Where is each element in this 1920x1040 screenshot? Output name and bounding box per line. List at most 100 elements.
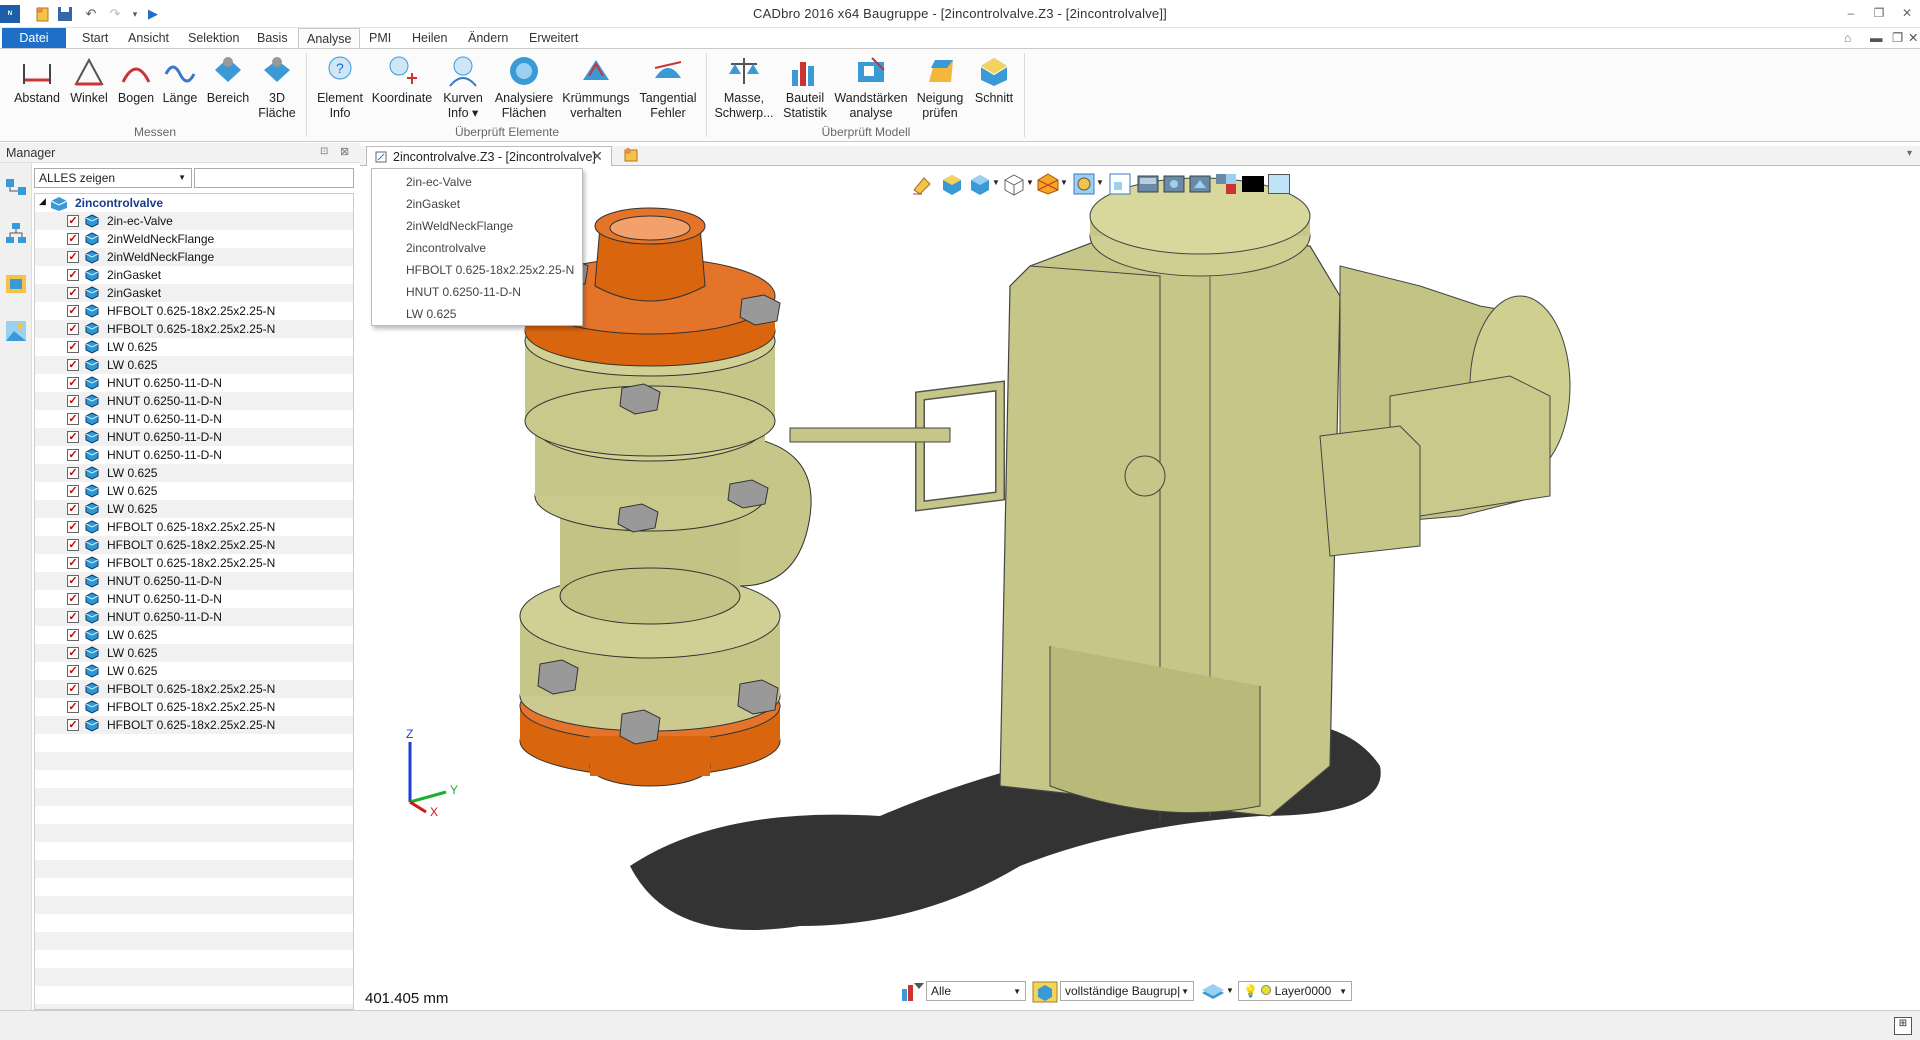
layer-select[interactable]: 💡 Layer0000 ▼ (1238, 981, 1352, 1001)
background-black-icon[interactable] (1242, 176, 1264, 192)
visibility-checkbox[interactable]: ✓ (67, 575, 79, 587)
dropdown-item[interactable]: 2inGasket (406, 197, 460, 211)
visibility-checkbox[interactable]: ✓ (67, 287, 79, 299)
visibility-checkbox[interactable]: ✓ (67, 701, 79, 713)
tab-analyse[interactable]: Analyse (298, 28, 361, 49)
manager-search-input[interactable] (194, 168, 354, 188)
bereich-button[interactable]: Bereich (204, 54, 252, 106)
tree-item[interactable]: ✓ HNUT 0.6250-11-D-N (35, 410, 353, 428)
3d-viewport[interactable]: Z Y X (360, 166, 1920, 1010)
tree-item[interactable]: ✓ 2in-ec-Valve (35, 212, 353, 230)
tree-item[interactable]: ✓ HNUT 0.6250-11-D-N (35, 428, 353, 446)
dropdown-item[interactable]: HFBOLT 0.625-18x2.25x2.25-N (406, 263, 574, 277)
assembly-tree-icon[interactable] (4, 177, 28, 201)
abstand-button[interactable]: Abstand (10, 54, 64, 106)
tree-item[interactable]: ✓ LW 0.625 (35, 500, 353, 518)
flaeche3d-button[interactable]: 3D Fläche (254, 54, 300, 121)
pin-icon[interactable]: ⊡ (320, 146, 328, 157)
filter-select[interactable]: Alle ▼ (926, 981, 1026, 1001)
visibility-checkbox[interactable]: ✓ (67, 593, 79, 605)
element-info-button[interactable]: ? Element Info (312, 54, 368, 121)
visibility-checkbox[interactable]: ✓ (67, 269, 79, 281)
visibility-checkbox[interactable]: ✓ (67, 611, 79, 623)
tree-item[interactable]: ✓ HNUT 0.6250-11-D-N (35, 446, 353, 464)
visibility-checkbox[interactable]: ✓ (67, 539, 79, 551)
tree-item[interactable]: ✓ LW 0.625 (35, 644, 353, 662)
visibility-checkbox[interactable]: ✓ (67, 341, 79, 353)
visibility-checkbox[interactable]: ✓ (67, 251, 79, 263)
tree-item[interactable]: ✓ LW 0.625 (35, 482, 353, 500)
tree-item[interactable]: ✓ HFBOLT 0.625-18x2.25x2.25-N (35, 716, 353, 734)
tab-ansicht[interactable]: Ansicht (120, 28, 177, 48)
visibility-checkbox[interactable]: ✓ (67, 629, 79, 641)
dropdown-item[interactable]: HNUT 0.6250-11-D-N (406, 285, 521, 299)
tree-item[interactable]: ✓ 2inWeldNeckFlange (35, 230, 353, 248)
hierarchy-icon[interactable] (4, 221, 28, 245)
chevron-down-icon[interactable]: ▼ (1060, 178, 1068, 187)
zoom-fit-icon[interactable] (1072, 172, 1096, 196)
visibility-checkbox[interactable]: ✓ (67, 413, 79, 425)
wandstaerken-analyse-button[interactable]: Wandstärken analyse (834, 54, 908, 121)
shaded-cube-icon[interactable] (940, 172, 964, 196)
parts-library-icon[interactable] (4, 271, 28, 295)
display-mode-icon[interactable] (968, 172, 992, 196)
tab-pmi[interactable]: PMI (361, 28, 399, 48)
expand-arrow-icon[interactable]: ◢ (39, 196, 46, 207)
wireframe-cube-icon[interactable] (1002, 172, 1026, 196)
dropdown-item[interactable]: 2in-ec-Valve (406, 175, 472, 189)
tab-start[interactable]: Start (74, 28, 116, 48)
eraser-icon[interactable] (910, 172, 934, 196)
chevron-down-icon[interactable]: ▼ (992, 178, 1000, 187)
kurven-info-button[interactable]: Kurven Info ▾ (438, 54, 488, 121)
tree-item[interactable]: ✓ LW 0.625 (35, 356, 353, 374)
tab-datei[interactable]: Datei (2, 28, 66, 48)
view-multi-icon[interactable] (1214, 172, 1238, 196)
image-view-icon[interactable] (4, 319, 28, 343)
view-front-icon[interactable] (1136, 172, 1160, 196)
tree-item[interactable]: ✓ HFBOLT 0.625-18x2.25x2.25-N (35, 554, 353, 572)
collapse-ribbon-icon[interactable]: ⌂ (1836, 28, 1860, 48)
tree-item[interactable]: ✓ LW 0.625 (35, 662, 353, 680)
koordinate-button[interactable]: Koordinate (370, 54, 434, 106)
tree-item[interactable]: ✓ LW 0.625 (35, 338, 353, 356)
dropdown-item[interactable]: 2incontrolvalve (406, 241, 486, 255)
show-filter-select[interactable]: ALLES zeigen ▼ (34, 168, 192, 188)
view-top-icon[interactable] (1162, 172, 1186, 196)
analysiere-flaechen-button[interactable]: Analysiere Flächen (494, 54, 554, 121)
tangential-fehler-button[interactable]: Tangential Fehler (636, 54, 700, 121)
tree-item[interactable]: ✓ HFBOLT 0.625-18x2.25x2.25-N (35, 680, 353, 698)
background-color-icon[interactable] (1268, 174, 1290, 194)
visibility-checkbox[interactable]: ✓ (67, 485, 79, 497)
tree-item[interactable]: ✓ HFBOLT 0.625-18x2.25x2.25-N (35, 518, 353, 536)
visibility-checkbox[interactable]: ✓ (67, 647, 79, 659)
tab-selektion[interactable]: Selektion (180, 28, 247, 48)
tree-item[interactable]: ✓ HNUT 0.6250-11-D-N (35, 608, 353, 626)
layer-stack-icon[interactable] (1200, 981, 1226, 1003)
doc-close-icon[interactable]: ✕ (1900, 28, 1920, 48)
view-orient-icon[interactable] (1036, 172, 1060, 196)
zoom-window-icon[interactable] (1108, 172, 1132, 196)
tree-item[interactable]: ✓ HNUT 0.6250-11-D-N (35, 572, 353, 590)
visibility-checkbox[interactable]: ✓ (67, 665, 79, 677)
manager-close-icon[interactable]: ⊠ (340, 145, 349, 158)
status-settings-icon[interactable]: ⊞ (1894, 1017, 1912, 1035)
assembly-mode-icon[interactable] (1032, 981, 1058, 1003)
dropdown-item[interactable]: LW 0.625 (406, 307, 456, 321)
tree-item[interactable]: ✓ 2inGasket (35, 284, 353, 302)
tab-erweitert[interactable]: Erweitert (521, 28, 586, 48)
tree-item[interactable]: ✓ HNUT 0.6250-11-D-N (35, 590, 353, 608)
tab-heilen[interactable]: Heilen (404, 28, 455, 48)
visibility-checkbox[interactable]: ✓ (67, 467, 79, 479)
visibility-checkbox[interactable]: ✓ (67, 305, 79, 317)
tree-item[interactable]: ✓ 2inGasket (35, 266, 353, 284)
visibility-checkbox[interactable]: ✓ (67, 557, 79, 569)
neigung-pruefen-button[interactable]: Neigung prüfen (912, 54, 968, 121)
filter-icon[interactable] (900, 981, 924, 1003)
visibility-checkbox[interactable]: ✓ (67, 359, 79, 371)
bauteil-statistik-button[interactable]: Bauteil Statistik (780, 54, 830, 121)
visibility-checkbox[interactable]: ✓ (67, 431, 79, 443)
tree-item[interactable]: ✓ HFBOLT 0.625-18x2.25x2.25-N (35, 302, 353, 320)
visibility-checkbox[interactable]: ✓ (67, 449, 79, 461)
tree-item[interactable]: ✓ HFBOLT 0.625-18x2.25x2.25-N (35, 536, 353, 554)
tab-list-icon[interactable]: ▾ (1907, 148, 1912, 159)
